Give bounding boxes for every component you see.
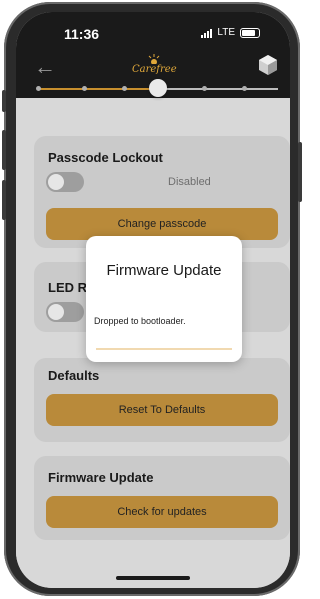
slider-thumb[interactable] bbox=[149, 79, 167, 97]
defaults-title: Defaults bbox=[48, 368, 100, 383]
slider-fill bbox=[38, 88, 158, 90]
dialog-message: Dropped to bootloader. bbox=[94, 316, 186, 326]
passcode-status: Disabled bbox=[168, 176, 211, 188]
slider-tick bbox=[122, 86, 127, 91]
home-indicator bbox=[116, 576, 190, 580]
slider-tick bbox=[202, 86, 207, 91]
signal-icon bbox=[201, 28, 213, 38]
dialog-title: Firmware Update bbox=[106, 262, 222, 279]
back-arrow-icon[interactable]: ← bbox=[34, 56, 56, 78]
passcode-title: Passcode Lockout bbox=[48, 150, 163, 165]
led-title: LED R bbox=[48, 280, 87, 295]
firmware-title: Firmware Update bbox=[48, 470, 154, 485]
cube-icon[interactable] bbox=[258, 54, 278, 76]
firmware-card: Firmware Update Check for updates bbox=[34, 456, 290, 540]
mute-switch bbox=[2, 90, 6, 112]
status-time: 11:36 bbox=[64, 26, 100, 42]
dialog-progress-bar bbox=[96, 348, 232, 350]
app-screen: 11:36 LTE ← Carefree Passcode Lockout Di… bbox=[16, 12, 290, 588]
defaults-card: Defaults Reset To Defaults bbox=[34, 358, 290, 442]
network-label: LTE bbox=[217, 27, 235, 38]
battery-icon bbox=[240, 27, 260, 38]
sun-icon bbox=[148, 54, 160, 64]
power-button bbox=[298, 142, 302, 202]
volume-down-button bbox=[2, 180, 6, 220]
slider-tick bbox=[36, 86, 41, 91]
reset-defaults-button[interactable]: Reset To Defaults bbox=[46, 394, 278, 426]
slider-tick bbox=[82, 86, 87, 91]
passcode-card: Passcode Lockout Disabled Change passcod… bbox=[34, 136, 290, 248]
firmware-dialog: Firmware Update Dropped to bootloader. bbox=[86, 236, 242, 362]
logo-text: Carefree bbox=[132, 64, 177, 75]
passcode-toggle[interactable] bbox=[46, 172, 84, 192]
check-updates-button[interactable]: Check for updates bbox=[46, 496, 278, 528]
status-indicators: LTE bbox=[201, 27, 260, 38]
volume-up-button bbox=[2, 130, 6, 170]
slider-tick bbox=[242, 86, 247, 91]
brand-logo: Carefree bbox=[132, 52, 177, 82]
led-toggle[interactable] bbox=[46, 302, 84, 322]
